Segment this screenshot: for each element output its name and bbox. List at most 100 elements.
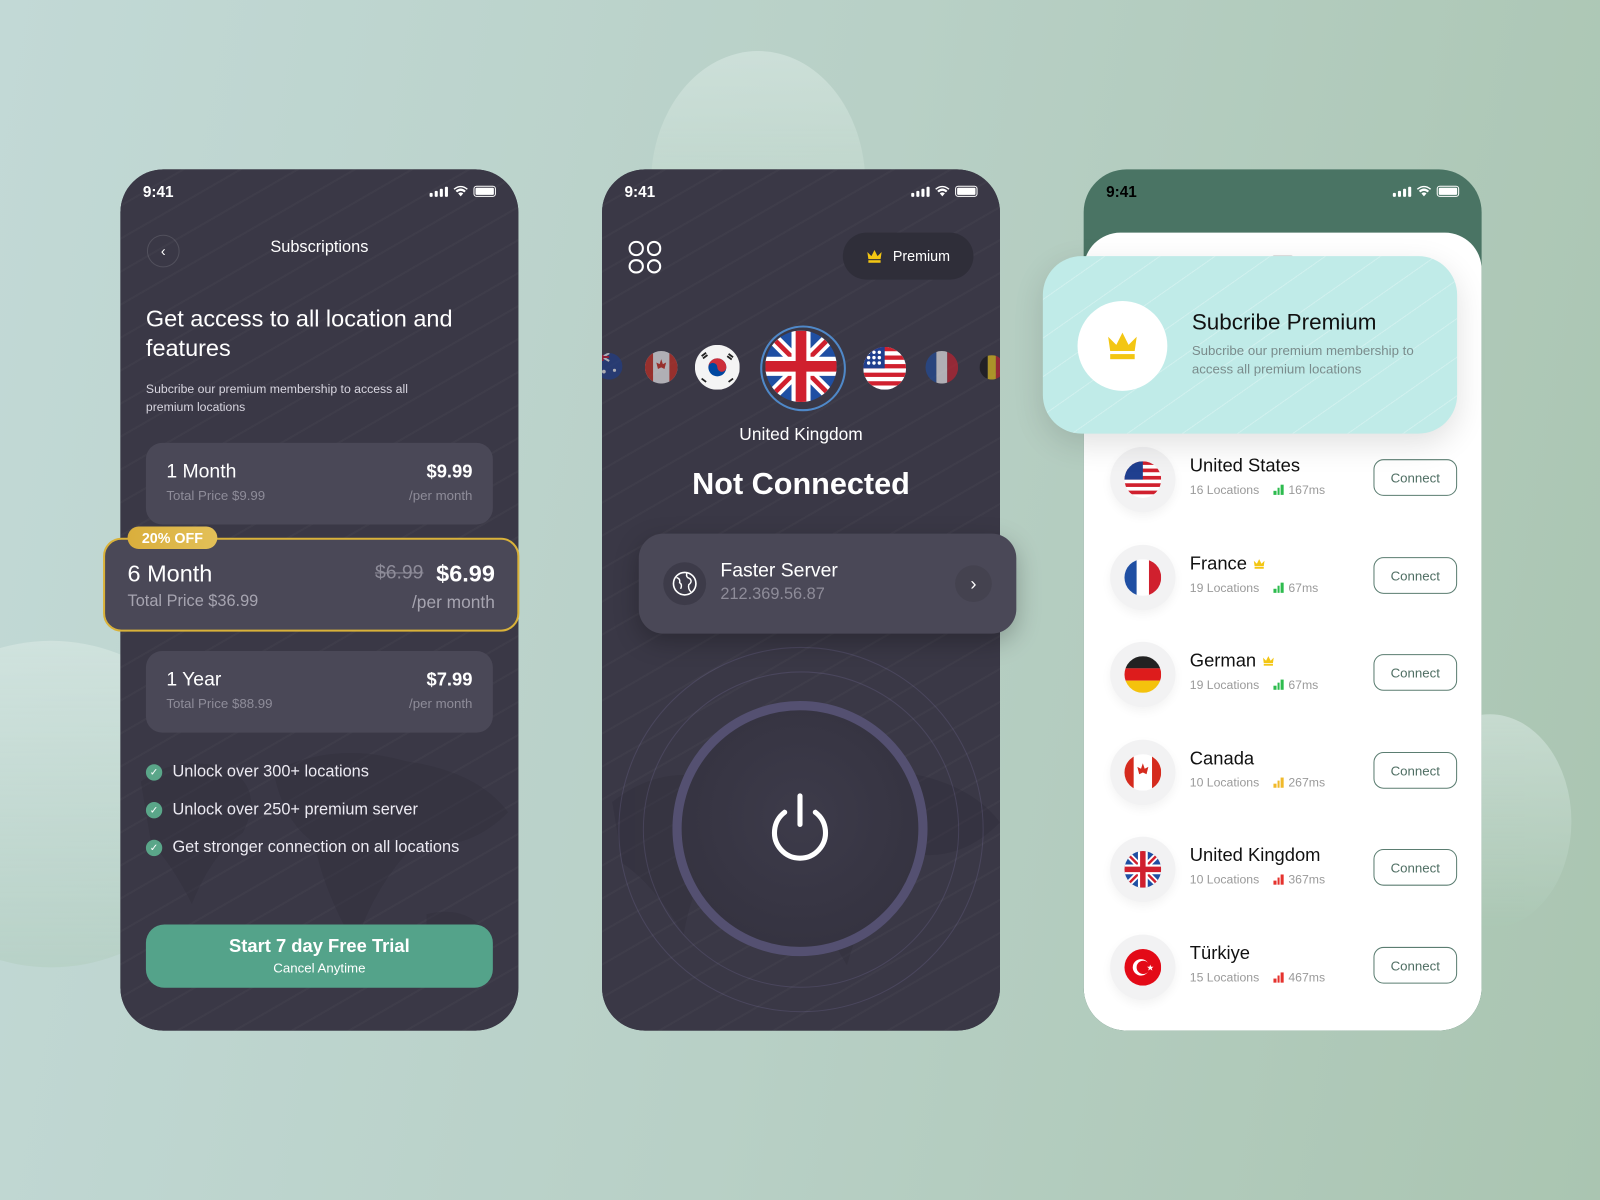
country-row-t-rkiye[interactable]: Türkiye 15 Locations 467ms Connect bbox=[1110, 934, 1458, 1006]
trial-label: Start 7 day Free Trial bbox=[229, 935, 410, 957]
flag-france[interactable] bbox=[925, 351, 959, 384]
crown-icon bbox=[1108, 332, 1137, 360]
crown-icon bbox=[1263, 656, 1274, 666]
status-time: 9:41 bbox=[142, 183, 174, 202]
latency: 67ms bbox=[1273, 581, 1318, 595]
connect-button[interactable]: Connect bbox=[1373, 459, 1458, 496]
signal-icon bbox=[429, 186, 448, 197]
connect-button[interactable]: Connect bbox=[1373, 848, 1458, 886]
selected-country: United Kingdom bbox=[739, 424, 863, 444]
flag-belgium[interactable] bbox=[979, 355, 1000, 380]
flag-canada[interactable] bbox=[644, 351, 678, 384]
flag-united-kingdom bbox=[1124, 851, 1162, 888]
plan-price: $6.99 bbox=[436, 560, 495, 587]
country-row-german[interactable]: German 19 Locations 67ms Connect bbox=[1110, 641, 1458, 713]
flag-united-states[interactable] bbox=[863, 346, 907, 390]
check-icon: ✓ bbox=[145, 764, 163, 781]
status-time: 9:41 bbox=[624, 183, 656, 202]
latency: 367ms bbox=[1273, 872, 1326, 887]
start-trial-button[interactable]: Start 7 day Free Trial Cancel Anytime bbox=[145, 924, 493, 988]
country-row-france[interactable]: France 19 Locations 67ms Connect bbox=[1110, 544, 1458, 616]
flag-australia[interactable] bbox=[602, 353, 623, 380]
connect-button[interactable]: Connect bbox=[1373, 752, 1458, 789]
globe-icon bbox=[663, 562, 707, 606]
feature-item: ✓ Unlock over 250+ premium server bbox=[145, 801, 418, 819]
plan-price: $9.99 bbox=[426, 461, 473, 482]
feature-item: ✓ Unlock over 300+ locations bbox=[145, 763, 369, 781]
premium-card-title: Subcribe Premium bbox=[1191, 309, 1377, 335]
subtitle: Subcribe our premium membership to acces… bbox=[145, 381, 408, 415]
flag-container bbox=[1110, 446, 1176, 513]
crown-icon bbox=[1253, 559, 1265, 569]
server-name: Faster Server bbox=[720, 560, 838, 582]
signal-strength-icon bbox=[1273, 874, 1284, 885]
flag-united-states bbox=[1124, 461, 1162, 498]
country-name-row: German bbox=[1190, 650, 1275, 671]
country-name-row: Türkiye bbox=[1190, 943, 1250, 964]
subscriptions-screen: 9:41 ‹ Subscriptions Get access to all l… bbox=[103, 169, 520, 1031]
signal-strength-icon bbox=[1273, 972, 1284, 983]
flag-container bbox=[1110, 739, 1176, 806]
status-bar: 9:41 bbox=[602, 169, 1000, 218]
feature-item: ✓ Get stronger connection on all locatio… bbox=[145, 839, 459, 857]
connection-status: Not Connected bbox=[692, 467, 910, 502]
country-name: United Kingdom bbox=[1189, 844, 1321, 866]
plan-name: 1 Year bbox=[166, 669, 222, 691]
flag-container bbox=[1110, 934, 1176, 1000]
country-meta: 16 Locations 167ms bbox=[1190, 483, 1325, 497]
plan-period: /per month bbox=[411, 592, 495, 613]
latency: 467ms bbox=[1273, 970, 1325, 985]
flag-container bbox=[1110, 836, 1176, 903]
plan-card-1-year[interactable]: 1 Year Total Price $88.99 $7.99 /per mon… bbox=[145, 651, 493, 733]
flag-south-korea[interactable] bbox=[694, 344, 740, 390]
plan-card-1-month[interactable]: 1 Month Total Price $9.99 $9.99 /per mon… bbox=[145, 442, 493, 525]
premium-button[interactable]: Premium bbox=[842, 232, 974, 280]
connect-button[interactable]: Connect bbox=[1373, 946, 1458, 984]
battery-icon bbox=[473, 185, 496, 197]
plan-card-6-month[interactable]: 6 Month Total Price $36.99 $6.99 $6.99 /… bbox=[103, 537, 520, 632]
crown-badge bbox=[1077, 301, 1168, 391]
country-row-united-kingdom[interactable]: United Kingdom 10 Locations 367ms Connect bbox=[1110, 836, 1458, 908]
wifi-icon bbox=[1416, 185, 1432, 197]
check-icon: ✓ bbox=[145, 839, 163, 857]
wifi-icon bbox=[935, 185, 950, 197]
power-button[interactable] bbox=[672, 701, 928, 957]
plan-name: 6 Month bbox=[127, 560, 213, 587]
premium-label: Premium bbox=[892, 247, 950, 265]
location-count: 10 Locations bbox=[1189, 872, 1260, 887]
discount-badge: 20% OFF bbox=[127, 526, 218, 549]
plan-period: /per month bbox=[409, 695, 473, 712]
server-selector[interactable]: Faster Server 212.369.56.87 › bbox=[638, 533, 1017, 634]
subscribe-premium-card[interactable]: Subcribe Premium Subcribe our premium me… bbox=[1042, 256, 1458, 434]
plan-price: $7.99 bbox=[426, 669, 473, 690]
signal-strength-icon bbox=[1273, 679, 1284, 690]
trial-sublabel: Cancel Anytime bbox=[273, 960, 366, 976]
country-name: Canada bbox=[1189, 747, 1255, 769]
latency-value: 367ms bbox=[1288, 872, 1326, 887]
country-name-row: United Kingdom bbox=[1190, 845, 1321, 866]
headline: Get access to all location and features bbox=[145, 305, 453, 362]
country-meta: 19 Locations 67ms bbox=[1190, 581, 1318, 595]
premium-card-subtitle: Subcribe our premium membership to acces… bbox=[1191, 342, 1414, 377]
home-screen: 9:41 Premium United Kingdom Not Connecte… bbox=[602, 169, 1017, 1031]
country-row-united-states[interactable]: United States 16 Locations 167ms Connect bbox=[1110, 446, 1458, 518]
flag-united-kingdom[interactable] bbox=[765, 330, 837, 403]
grid-icon[interactable] bbox=[628, 240, 662, 274]
connect-button[interactable]: Connect bbox=[1373, 557, 1458, 594]
page-title: Subscriptions bbox=[270, 238, 369, 257]
feature-text: Unlock over 250+ premium server bbox=[172, 801, 418, 819]
connect-button[interactable]: Connect bbox=[1373, 654, 1458, 691]
signal-icon bbox=[911, 186, 930, 197]
signal-strength-icon bbox=[1273, 484, 1284, 495]
country-name-row: United States bbox=[1190, 455, 1300, 476]
signal-strength-icon bbox=[1273, 582, 1284, 593]
plan-period: /per month bbox=[409, 487, 473, 504]
server-ip: 212.369.56.87 bbox=[720, 585, 825, 604]
country-name: United States bbox=[1189, 455, 1301, 476]
battery-icon bbox=[1436, 185, 1460, 197]
chevron-right-icon: › bbox=[955, 565, 992, 603]
country-row-canada[interactable]: Canada 10 Locations 267ms Connect bbox=[1110, 739, 1458, 811]
flag-german bbox=[1124, 656, 1162, 693]
crown-icon bbox=[867, 249, 882, 263]
wifi-icon bbox=[453, 185, 468, 197]
